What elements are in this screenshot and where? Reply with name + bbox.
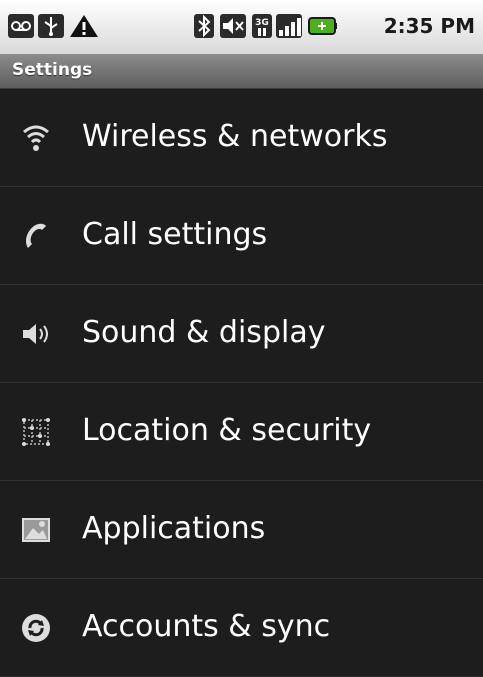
settings-item-label: Location & security [82,413,372,448]
bluetooth-icon [194,14,214,38]
settings-item-label: Wireless & networks [82,119,388,154]
settings-item-applications[interactable]: Applications [0,481,483,579]
title-bar: Settings [0,54,483,89]
applications-icon [20,514,52,546]
status-bar: 3G 2:35 PM [0,0,483,54]
settings-item-call-settings[interactable]: Call settings [0,187,483,285]
wifi-icon [20,122,52,154]
settings-list: Wireless & networks Call settings Sound … [0,89,483,677]
warning-icon[interactable] [69,14,99,38]
battery-icon [308,14,338,38]
settings-item-label: Call settings [82,217,268,252]
settings-item-location-security[interactable]: Location & security [0,383,483,481]
phone-icon [20,220,52,252]
settings-item-label: Sound & display [82,315,326,350]
settings-item-label: Applications [82,511,266,546]
settings-item-sound-display[interactable]: Sound & display [0,285,483,383]
sync-icon [20,612,52,644]
settings-item-accounts-sync[interactable]: Accounts & sync [0,579,483,677]
settings-item-label: Accounts & sync [82,609,331,644]
page-title: Settings [12,60,93,80]
3g-label: 3G [255,18,269,28]
mute-icon [220,14,246,38]
grid-icon [20,416,52,448]
usb-icon[interactable] [38,14,64,38]
status-clock: 2:35 PM [383,14,475,38]
speaker-icon [20,318,52,350]
voicemail-icon[interactable] [8,14,34,38]
settings-item-wireless-networks[interactable]: Wireless & networks [0,89,483,187]
3g-icon: 3G [252,14,272,38]
signal-icon [276,14,302,38]
